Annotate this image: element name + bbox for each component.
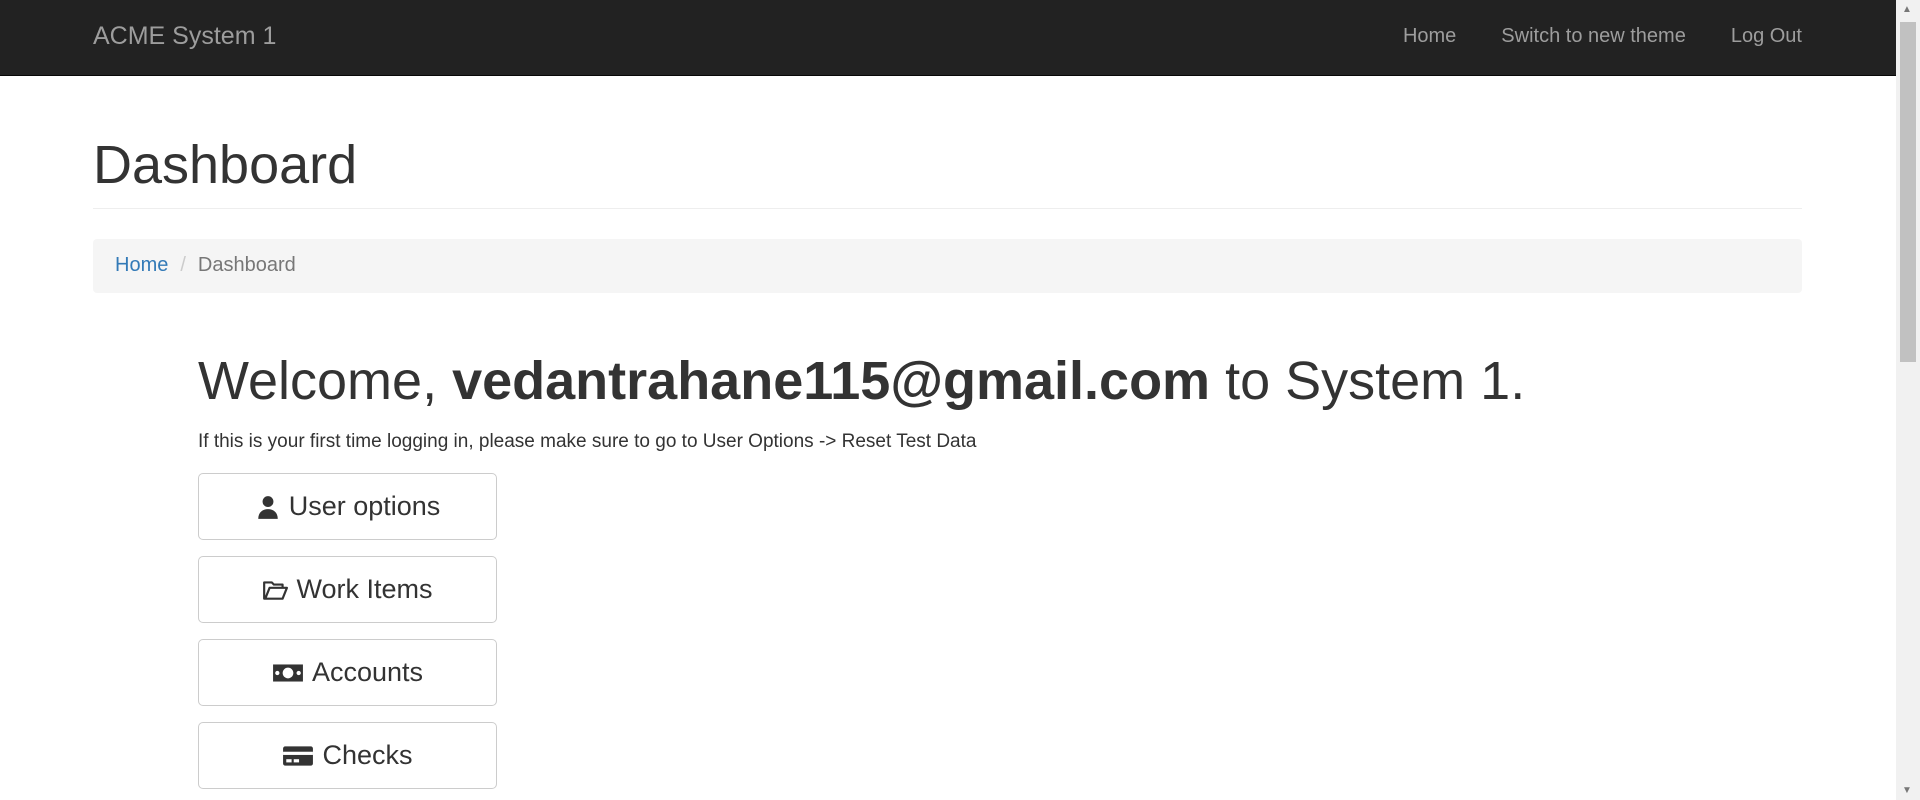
button-label: Checks (322, 740, 413, 770)
breadcrumb-separator: / (180, 254, 186, 276)
scrollbar[interactable]: ▲ ▼ (1896, 0, 1920, 800)
page-title: Dashboard (93, 135, 358, 195)
button-label: Work Items (296, 574, 433, 604)
credit-card-icon (283, 745, 314, 766)
welcome-suffix: to System 1. (1225, 351, 1526, 411)
breadcrumb-home[interactable]: Home (115, 254, 168, 276)
money-icon (273, 663, 303, 682)
button-label: User options (288, 491, 441, 521)
first-login-hint: If this is your first time logging in, p… (198, 431, 977, 452)
divider (93, 208, 1802, 209)
navbar: ACME System 1 Home Switch to new theme L… (0, 0, 1896, 76)
nav-home[interactable]: Home (1403, 25, 1456, 48)
welcome-user: vedantrahane115@gmail.com (452, 351, 1211, 411)
brand-link[interactable]: ACME System 1 (93, 22, 276, 51)
folder-open-icon (263, 580, 289, 600)
scroll-up-icon[interactable]: ▲ (1902, 4, 1912, 15)
scroll-down-icon[interactable]: ▼ (1902, 785, 1912, 796)
work-items-button[interactable]: Work Items (198, 556, 497, 623)
nav-switch-theme[interactable]: Switch to new theme (1501, 25, 1686, 48)
nav-log-out[interactable]: Log Out (1731, 25, 1802, 48)
welcome-prefix: Welcome, (198, 351, 438, 411)
user-icon (257, 495, 278, 519)
checks-button[interactable]: Checks (198, 722, 497, 789)
accounts-button[interactable]: Accounts (198, 639, 497, 706)
nav-menu: Home Switch to new theme Log Out (1403, 25, 1802, 48)
button-label: Accounts (311, 657, 424, 687)
breadcrumb-current: Dashboard (197, 254, 296, 276)
welcome-heading: Welcome, vedantrahane115@gmail.com to Sy… (198, 350, 1525, 412)
scrollbar-thumb[interactable] (1900, 22, 1916, 362)
breadcrumb: Home / Dashboard (93, 239, 1802, 293)
user-options-button[interactable]: User options (198, 473, 497, 540)
